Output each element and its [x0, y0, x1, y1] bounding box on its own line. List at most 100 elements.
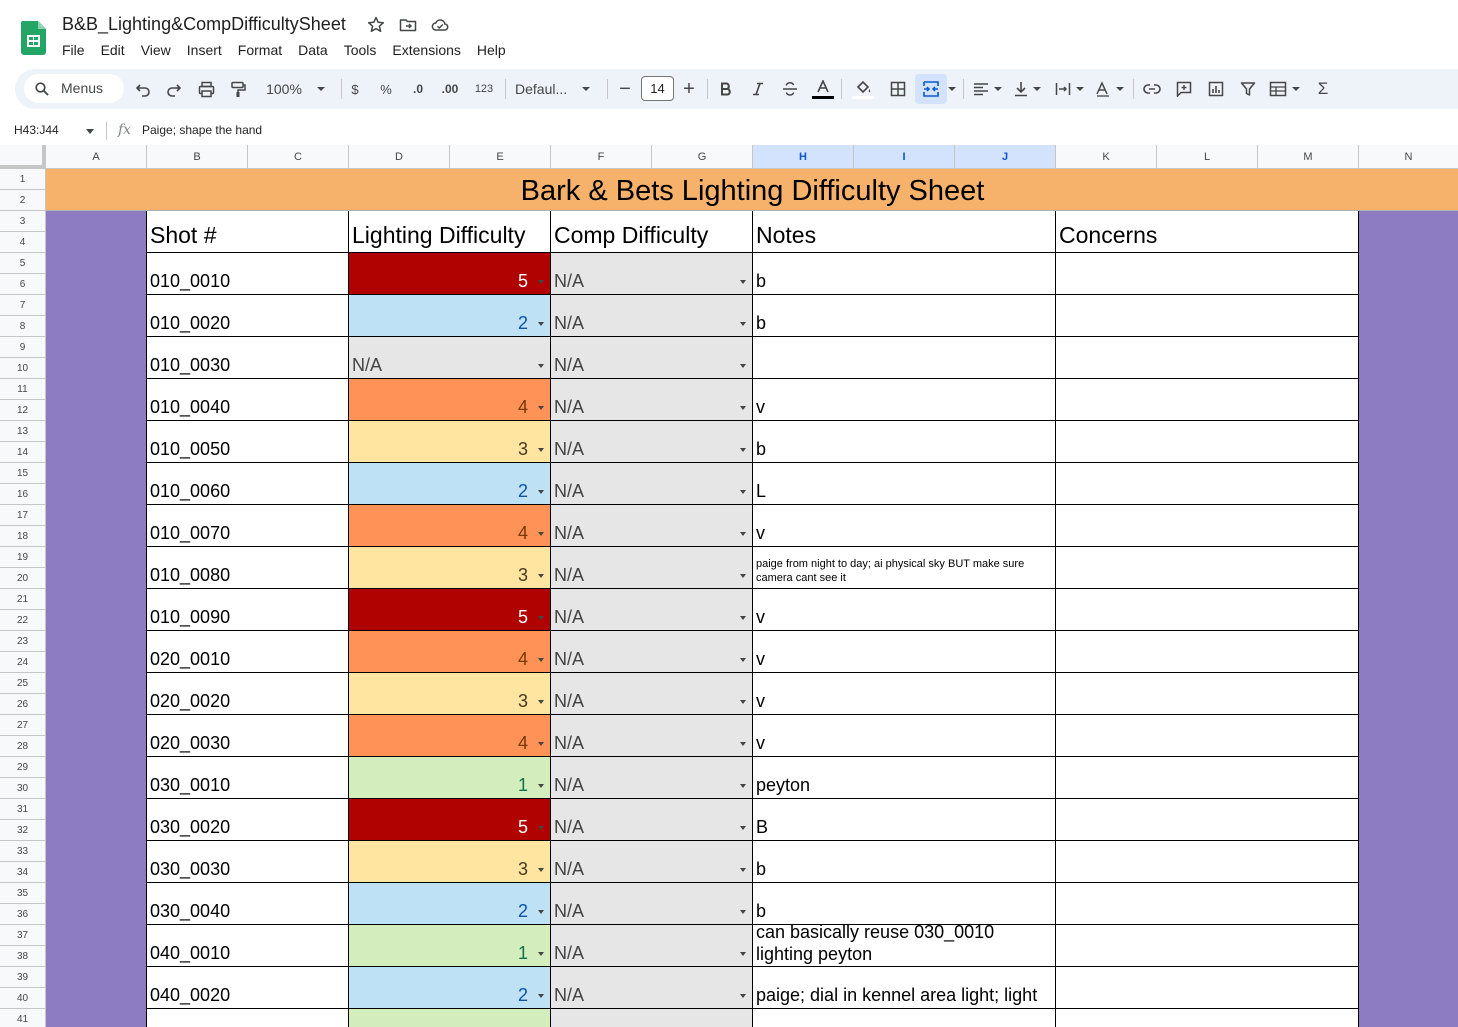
dropdown-chevron-icon[interactable] — [740, 574, 746, 578]
concerns-cell[interactable] — [1056, 547, 1359, 589]
row-header-16[interactable]: 16 — [0, 484, 46, 505]
formula-input[interactable]: Paige; shape the hand — [142, 123, 262, 137]
comp-difficulty-dropdown[interactable]: N/A — [551, 547, 753, 589]
lighting-difficulty-dropdown[interactable]: 4 — [349, 379, 551, 421]
row-header-5[interactable]: 5 — [0, 253, 46, 274]
row-header-2[interactable]: 2 — [0, 190, 46, 211]
dropdown-chevron-icon[interactable] — [538, 868, 544, 872]
dropdown-chevron-icon[interactable] — [740, 868, 746, 872]
row-header-41[interactable]: 41 — [0, 1009, 46, 1027]
number-format-button[interactable]: 123 — [471, 77, 497, 101]
dropdown-chevron-icon[interactable] — [740, 658, 746, 662]
row-header-15[interactable]: 15 — [0, 463, 46, 484]
row-header-14[interactable]: 14 — [0, 442, 46, 463]
notes-cell[interactable] — [753, 1009, 1056, 1027]
shot-cell[interactable]: 010_0030 — [147, 337, 349, 379]
lighting-difficulty-dropdown[interactable]: 2 — [349, 883, 551, 925]
notes-cell[interactable]: paige from night to day; ai physical sky… — [753, 547, 1056, 589]
row-header-33[interactable]: 33 — [0, 841, 46, 862]
text-wrapping-button[interactable] — [1053, 77, 1087, 101]
shot-cell[interactable]: 010_0090 — [147, 589, 349, 631]
column-header-i[interactable]: I — [854, 145, 955, 169]
row-header-12[interactable]: 12 — [0, 400, 46, 421]
row-header-21[interactable]: 21 — [0, 589, 46, 610]
row-header-32[interactable]: 32 — [0, 820, 46, 841]
concerns-cell[interactable] — [1056, 841, 1359, 883]
comp-difficulty-dropdown[interactable] — [551, 1009, 753, 1027]
comp-difficulty-dropdown[interactable]: N/A — [551, 925, 753, 967]
dropdown-chevron-icon[interactable] — [538, 658, 544, 662]
concerns-header[interactable]: Concerns — [1056, 211, 1359, 253]
menu-insert[interactable]: Insert — [179, 41, 230, 61]
dropdown-chevron-icon[interactable] — [538, 280, 544, 284]
row-header-29[interactable]: 29 — [0, 757, 46, 778]
paint-format-button[interactable] — [227, 77, 249, 101]
strikethrough-button[interactable] — [779, 77, 801, 101]
dropdown-chevron-icon[interactable] — [740, 700, 746, 704]
notes-cell[interactable]: peyton — [753, 757, 1056, 799]
column-header-k[interactable]: K — [1056, 145, 1157, 169]
row-header-36[interactable]: 36 — [0, 904, 46, 925]
notes-cell[interactable] — [753, 337, 1056, 379]
shot-cell[interactable]: 010_0080 — [147, 547, 349, 589]
row-header-35[interactable]: 35 — [0, 883, 46, 904]
title-banner[interactable]: Bark & Bets Lighting Difficulty Sheet — [46, 169, 1458, 211]
concerns-cell[interactable] — [1056, 379, 1359, 421]
notes-cell[interactable]: paige; dial in kennel area light; light — [753, 967, 1056, 1009]
row-header-13[interactable]: 13 — [0, 421, 46, 442]
sheets-logo-icon[interactable] — [21, 21, 46, 55]
notes-cell[interactable]: b — [753, 421, 1056, 463]
lighting-difficulty-dropdown[interactable]: 4 — [349, 631, 551, 673]
insert-link-button[interactable] — [1141, 77, 1163, 101]
column-header-m[interactable]: M — [1258, 145, 1359, 169]
merge-cells-button[interactable] — [915, 74, 947, 104]
shot-cell[interactable]: 030_0030 — [147, 841, 349, 883]
dropdown-chevron-icon[interactable] — [740, 742, 746, 746]
column-header-n[interactable]: N — [1359, 145, 1458, 169]
dropdown-chevron-icon[interactable] — [538, 700, 544, 704]
lighting-difficulty-dropdown[interactable]: 2 — [349, 295, 551, 337]
borders-button[interactable] — [887, 77, 909, 101]
notes-cell[interactable]: v — [753, 379, 1056, 421]
row-header-8[interactable]: 8 — [0, 316, 46, 337]
column-header-h[interactable]: H — [753, 145, 854, 169]
concerns-cell[interactable] — [1056, 421, 1359, 463]
comp-difficulty-dropdown[interactable]: N/A — [551, 841, 753, 883]
column-header-d[interactable]: D — [349, 145, 450, 169]
move-folder-icon[interactable] — [398, 15, 418, 35]
row-header-37[interactable]: 37 — [0, 925, 46, 946]
comp-difficulty-dropdown[interactable]: N/A — [551, 715, 753, 757]
concerns-cell[interactable] — [1056, 463, 1359, 505]
row-header-11[interactable]: 11 — [0, 379, 46, 400]
shot-cell[interactable]: 010_0070 — [147, 505, 349, 547]
increase-font-size-button[interactable]: + — [679, 77, 699, 101]
row-header-7[interactable]: 7 — [0, 295, 46, 316]
dropdown-chevron-icon[interactable] — [538, 532, 544, 536]
dropdown-chevron-icon[interactable] — [740, 826, 746, 830]
font-size-input[interactable]: 14 — [641, 76, 674, 101]
comp-difficulty-dropdown[interactable]: N/A — [551, 295, 753, 337]
notes-cell[interactable]: v — [753, 631, 1056, 673]
dropdown-chevron-icon[interactable] — [740, 532, 746, 536]
dropdown-chevron-icon[interactable] — [538, 574, 544, 578]
dropdown-chevron-icon[interactable] — [538, 364, 544, 368]
dropdown-chevron-icon[interactable] — [538, 322, 544, 326]
undo-button[interactable] — [132, 77, 154, 101]
lighting-difficulty-dropdown[interactable]: 2 — [349, 463, 551, 505]
comp-header[interactable]: Comp Difficulty — [551, 211, 753, 253]
column-header-b[interactable]: B — [147, 145, 248, 169]
lighting-difficulty-dropdown[interactable]: 5 — [349, 253, 551, 295]
shot-cell[interactable]: 010_0060 — [147, 463, 349, 505]
lighting-difficulty-dropdown[interactable]: 1 — [349, 925, 551, 967]
comp-difficulty-dropdown[interactable]: N/A — [551, 253, 753, 295]
notes-cell[interactable]: b — [753, 295, 1056, 337]
functions-button[interactable]: Σ — [1313, 77, 1333, 101]
dropdown-chevron-icon[interactable] — [740, 910, 746, 914]
lighting-difficulty-dropdown[interactable]: 1 — [349, 757, 551, 799]
comp-difficulty-dropdown[interactable]: N/A — [551, 883, 753, 925]
concerns-cell[interactable] — [1056, 505, 1359, 547]
notes-cell[interactable]: b — [753, 883, 1056, 925]
row-header-25[interactable]: 25 — [0, 673, 46, 694]
shot-cell[interactable]: 030_0010 — [147, 757, 349, 799]
comp-difficulty-dropdown[interactable]: N/A — [551, 799, 753, 841]
